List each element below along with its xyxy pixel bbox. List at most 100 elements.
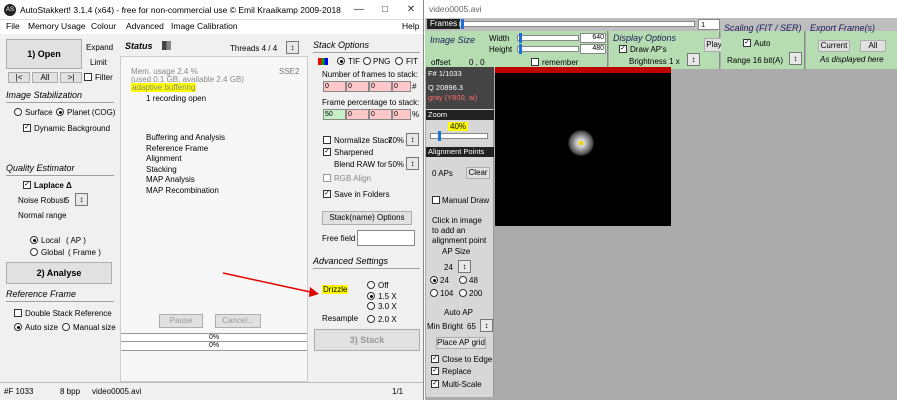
frame-count: #F 1033 <box>4 387 34 396</box>
brightness-label: Brightness 1 x <box>629 57 680 66</box>
drizzle-3-0x-radio[interactable] <box>367 302 375 310</box>
tif-radio[interactable] <box>337 57 345 65</box>
filter-label: Filter <box>95 73 113 82</box>
export-all-button[interactable]: All <box>860 40 886 52</box>
filter-checkbox[interactable] <box>84 73 92 81</box>
zoom-slider-thumb[interactable] <box>438 131 441 141</box>
place-ap-grid-button[interactable]: Place AP grid <box>436 337 486 349</box>
frame-image[interactable] <box>495 67 671 226</box>
height-slider-thumb[interactable] <box>519 44 522 54</box>
range-adjust-icon[interactable]: ↕ <box>789 52 802 65</box>
frames-input-1[interactable]: 0 <box>323 81 346 92</box>
first-frame-button[interactable]: |< <box>8 72 30 83</box>
sharpened-checkbox[interactable]: ✓ <box>323 148 331 156</box>
pause-button[interactable]: Pause <box>159 314 203 328</box>
cancel-button[interactable]: Cancel... <box>215 314 261 328</box>
png-radio[interactable] <box>363 57 371 65</box>
auto-scaling-checkbox[interactable]: ✓ <box>743 39 751 47</box>
replace-checkbox[interactable]: ✓ <box>431 367 439 375</box>
multi-scale-checkbox[interactable]: ✓ <box>431 380 439 388</box>
last-frame-button[interactable]: >| <box>60 72 82 83</box>
percentage-input-4[interactable]: 0 <box>392 109 411 120</box>
expand-label[interactable]: Expand <box>86 43 113 52</box>
laplace-checkbox[interactable]: ✓ <box>23 181 31 189</box>
global-frame-radio[interactable] <box>30 248 38 256</box>
stack-button[interactable]: 3) Stack <box>314 329 420 351</box>
noise-robust-adjust-icon[interactable]: ↕ <box>75 193 88 206</box>
menu-advanced[interactable]: Advanced <box>126 21 164 31</box>
free-field-input[interactable] <box>357 230 415 246</box>
manual-size-radio[interactable] <box>62 323 70 331</box>
percentage-input-2[interactable]: 0 <box>346 109 369 120</box>
export-current-button[interactable]: Current <box>818 40 850 52</box>
frames-slider[interactable] <box>459 21 695 27</box>
width-slider[interactable] <box>517 35 579 41</box>
frames-input-4[interactable]: 0 <box>392 81 411 92</box>
double-stack-reference-label: Double Stack Reference <box>25 309 112 318</box>
normalize-stack-checkbox[interactable] <box>323 136 331 144</box>
width-slider-thumb[interactable] <box>519 33 522 43</box>
dynamic-background-checkbox[interactable]: ✓ <box>23 124 31 132</box>
ap-size-adjust-icon[interactable]: ↕ <box>458 260 471 273</box>
autostakkert-window: AS AutoStakkert! 3.1.4 (x64) - free for … <box>0 0 424 400</box>
frames-slider-thumb[interactable] <box>461 19 464 29</box>
sse-label: SSE2 <box>279 67 300 76</box>
fit-radio[interactable] <box>395 57 403 65</box>
percentage-input-3[interactable]: 0 <box>369 109 392 120</box>
blend-adjust-icon[interactable]: ↕ <box>406 157 419 170</box>
frames-input-2[interactable]: 0 <box>346 81 369 92</box>
menu-image-calibration[interactable]: Image Calibration <box>171 21 238 31</box>
limit-label[interactable]: Limit <box>90 58 107 67</box>
height-input[interactable]: 480 <box>580 44 606 54</box>
manual-draw-checkbox[interactable] <box>432 196 440 204</box>
height-slider[interactable] <box>517 46 579 52</box>
tif-label: TIF <box>348 57 360 66</box>
save-in-folders-checkbox[interactable]: ✓ <box>323 190 331 198</box>
ap-size-48-radio[interactable] <box>459 276 467 284</box>
resample-2-0x-radio[interactable] <box>367 315 375 323</box>
close-to-edge-checkbox[interactable]: ✓ <box>431 355 439 363</box>
reference-frame-title: Reference Frame <box>6 289 77 299</box>
width-input[interactable]: 640 <box>580 33 606 43</box>
frame-number-input[interactable]: 1 <box>698 19 720 30</box>
min-bright-adjust-icon[interactable]: ↕ <box>480 319 493 332</box>
surface-radio[interactable] <box>14 108 22 116</box>
normalize-adjust-icon[interactable]: ↕ <box>406 133 419 146</box>
brightness-adjust-icon[interactable]: ↕ <box>687 53 700 66</box>
menu-file[interactable]: File <box>6 21 20 31</box>
width-label: Width <box>489 34 510 43</box>
zoom-header: Zoom <box>426 110 494 120</box>
remember-checkbox[interactable] <box>531 58 539 66</box>
drizzle-1-5x-radio[interactable] <box>367 292 375 300</box>
rgb-align-checkbox[interactable] <box>323 174 331 182</box>
frames-input-3[interactable]: 0 <box>369 81 392 92</box>
list-item: Alignment <box>146 154 182 163</box>
stack-name-options-button[interactable]: Stack(name) Options <box>322 211 412 225</box>
local-ap-radio[interactable] <box>30 236 38 244</box>
planet-cog-radio[interactable] <box>56 108 64 116</box>
ap-size-24-radio[interactable] <box>430 276 438 284</box>
minimize-button[interactable]: — <box>346 0 372 20</box>
close-button[interactable]: ✕ <box>398 0 423 20</box>
double-stack-reference-checkbox[interactable] <box>14 309 22 317</box>
normalize-stack-label: Normalize Stack <box>334 136 393 145</box>
ap-size-104-radio[interactable] <box>430 289 438 297</box>
auto-size-radio[interactable] <box>14 323 22 331</box>
progress-1-text: 0% <box>208 334 220 341</box>
all-frames-button[interactable]: All <box>32 72 58 83</box>
divider <box>313 268 420 269</box>
percentage-input-1[interactable]: 50 <box>323 109 346 120</box>
drizzle-off-radio[interactable] <box>367 281 375 289</box>
threads-adjust-icon[interactable]: ↕ <box>286 41 299 54</box>
clear-aps-button[interactable]: Clear <box>466 167 490 179</box>
manual-size-label: Manual size <box>73 323 116 332</box>
draw-aps-checkbox[interactable]: ✓ <box>619 45 627 53</box>
menu-memory-usage[interactable]: Memory Usage <box>28 21 86 31</box>
open-button[interactable]: 1) Open <box>6 39 82 69</box>
analyse-button[interactable]: 2) Analyse <box>6 262 112 284</box>
menu-colour[interactable]: Colour <box>91 21 116 31</box>
ap-size-200-radio[interactable] <box>459 289 467 297</box>
ap-size-label: AP Size <box>442 247 471 256</box>
menu-help[interactable]: Help <box>402 21 419 31</box>
maximize-button[interactable]: □ <box>372 0 398 20</box>
